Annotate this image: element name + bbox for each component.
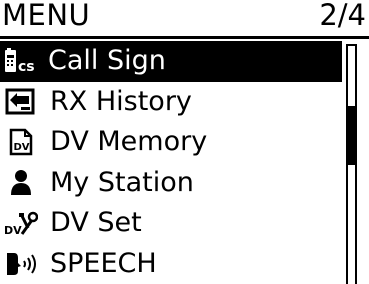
call-sign-icon: cs — [0, 41, 42, 82]
speech-icon — [0, 244, 42, 284]
svg-text:cs: cs — [18, 59, 35, 75]
dv-memory-icon: DV — [0, 122, 42, 163]
menu-item-dv-set[interactable]: DV DV Set — [0, 203, 342, 244]
title-bar: MENU 2/4 — [0, 0, 369, 36]
page-indicator: 2/4 — [319, 0, 366, 32]
menu-list: cs Call Sign RX History DV DV Memory My … — [0, 41, 342, 284]
menu-screen: MENU 2/4 cs Call Sign RX History DV DV M… — [0, 0, 369, 284]
menu-item-rx-history[interactable]: RX History — [0, 82, 342, 123]
my-station-icon — [0, 163, 42, 204]
menu-item-call-sign[interactable]: cs Call Sign — [0, 41, 342, 82]
svg-text:DV: DV — [14, 142, 30, 153]
svg-text:DV: DV — [4, 224, 22, 237]
menu-item-my-station[interactable]: My Station — [0, 163, 342, 204]
menu-item-label: SPEECH — [50, 247, 157, 279]
rx-history-icon — [0, 82, 42, 123]
title-divider — [0, 36, 369, 39]
menu-item-speech[interactable]: SPEECH — [0, 244, 342, 284]
menu-item-label: Call Sign — [48, 45, 166, 77]
menu-item-label: DV Memory — [50, 126, 208, 158]
menu-item-label: RX History — [50, 85, 192, 117]
menu-title: MENU — [2, 0, 91, 32]
dv-set-icon: DV — [0, 203, 42, 244]
menu-item-label: DV Set — [50, 207, 142, 239]
menu-item-label: My Station — [50, 166, 194, 198]
scrollbar[interactable] — [346, 44, 357, 284]
menu-item-dv-memory[interactable]: DV DV Memory — [0, 122, 342, 163]
scrollbar-thumb[interactable] — [348, 106, 355, 165]
